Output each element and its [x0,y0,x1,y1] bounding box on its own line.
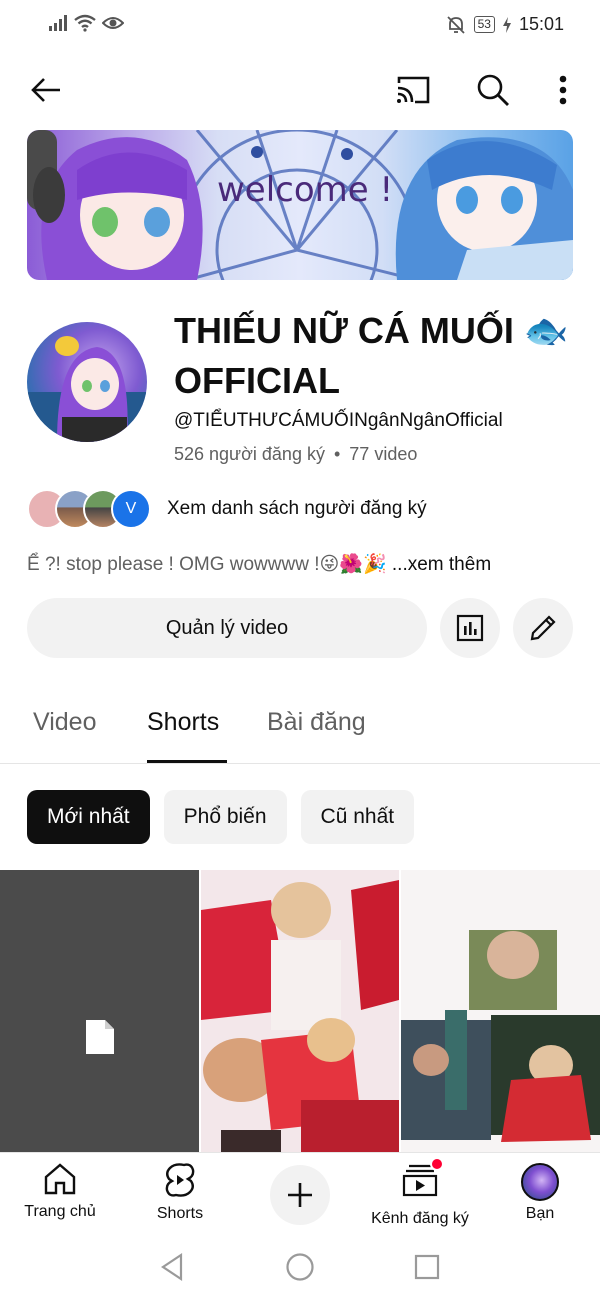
circle-home-icon [286,1253,314,1281]
short-thumbnail[interactable] [0,870,199,1152]
video-count: 77 video [349,444,418,464]
analytics-icon [456,614,484,642]
tab-shorts[interactable]: Shorts [147,708,219,737]
more-options-button[interactable] [541,68,585,112]
analytics-button[interactable] [440,598,500,658]
channel-handle: @TIỂUTHƯCÁMUỐINgânNgânOfficial [174,410,503,431]
system-navigation-bar [0,1234,600,1300]
short-thumbnail-art [201,870,399,1152]
profile-avatar-icon [521,1163,559,1201]
channel-avatar-art [27,336,147,442]
banner-welcome-text: welcome ! [217,170,394,210]
subscriber-avatar-letter: V [125,500,137,517]
channel-meta: 526 người đăng ký • 77 video [174,444,417,465]
triangle-back-icon [161,1252,183,1282]
search-button[interactable] [471,68,515,112]
short-thumbnail[interactable] [201,870,399,1152]
create-button[interactable] [270,1165,330,1225]
tab-posts[interactable]: Bài đăng [267,708,366,737]
short-thumbnail-art [401,870,600,1152]
status-right: 53 15:01 [446,14,564,35]
eye-icon [102,17,124,29]
cast-icon [396,76,430,104]
sort-chips: Mới nhất Phổ biến Cũ nhất [27,790,415,844]
nav-shorts[interactable]: Shorts [120,1163,240,1223]
nav-home[interactable]: Trang chủ [0,1163,120,1221]
search-icon [477,74,509,106]
signal-icon [49,15,67,31]
subscriber-avatar: V [111,489,151,529]
charging-icon [502,16,511,33]
tab-video[interactable]: Video [33,708,97,737]
channel-banner: welcome ! [27,130,573,280]
edit-channel-button[interactable] [513,598,573,658]
manage-videos-button[interactable]: Quản lý video [27,598,427,658]
shorts-grid [0,870,600,1152]
subscriber-count: 526 người đăng ký [174,444,325,464]
system-back-button[interactable] [155,1250,189,1284]
nav-home-label: Trang chủ [24,1203,96,1220]
battery-icon: 53 [473,16,495,33]
chip-oldest[interactable]: Cũ nhất [300,790,415,844]
active-tab-indicator [147,760,227,763]
system-recents-button[interactable] [410,1250,444,1284]
meta-separator: • [333,444,341,464]
chip-popular[interactable]: Phổ biến [163,790,287,844]
channel-tabs: Video Shorts Bài đăng [0,690,600,764]
system-home-button[interactable] [283,1250,317,1284]
create-plus-icon [288,1183,312,1207]
nav-subscriptions[interactable]: Kênh đăng ký [360,1157,480,1228]
file-icon [86,1020,114,1054]
nav-shorts-label: Shorts [156,1205,204,1222]
status-left-icons [48,14,124,32]
nav-subscriptions-label: Kênh đăng ký [371,1210,469,1227]
channel-name: THIẾU NỮ CÁ MUỐI 🐟OFFICIAL [174,310,569,401]
more-vert-icon [559,75,567,105]
mute-icon [446,15,465,34]
wifi-icon [74,14,96,32]
back-arrow-icon [31,78,60,102]
top-app-bar [0,60,600,120]
notification-dot [430,1157,444,1171]
description-more-link[interactable]: ...xem thêm [392,554,491,575]
cast-button[interactable] [391,68,435,112]
chip-newest[interactable]: Mới nhất [27,790,150,844]
back-button[interactable] [24,68,68,112]
channel-avatar[interactable] [27,322,147,442]
nav-you[interactable]: Bạn [480,1163,600,1223]
channel-actions: Quản lý video [27,598,573,658]
subscriptions-icon-wrap [402,1157,444,1202]
status-time: 15:01 [518,14,564,34]
subscribers-list-link[interactable]: V Xem danh sách người đăng ký [27,488,427,530]
edit-pencil-icon [530,615,556,641]
channel-description[interactable]: Ể ?! stop please ! OMG wowwww !😜🌺🎉 ...xe… [27,552,491,576]
square-recents-icon [414,1254,440,1280]
description-text: Ể ?! stop please ! OMG wowwww !😜🌺🎉 [27,554,392,575]
short-thumbnail[interactable] [401,870,600,1152]
shorts-icon [165,1163,195,1197]
bottom-navigation: Trang chủ Shorts Kênh đăng ký Bạn [0,1152,600,1234]
subscribers-list-label: Xem danh sách người đăng ký [167,498,427,519]
status-bar: 53 15:01 [0,0,600,50]
nav-you-label: Bạn [525,1205,555,1222]
home-icon [44,1163,76,1195]
